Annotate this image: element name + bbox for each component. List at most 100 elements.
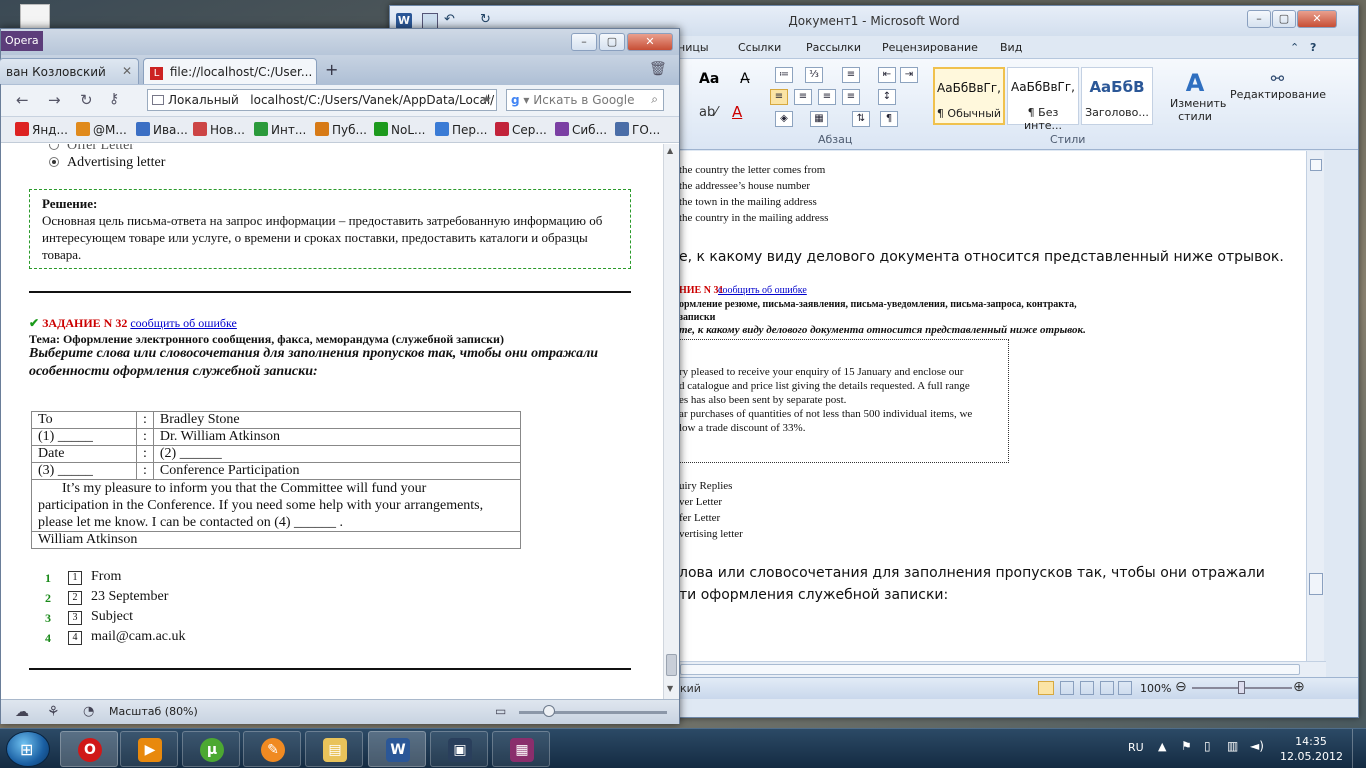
- page-scrollbar[interactable]: ▲ ▼: [663, 144, 679, 699]
- style-heading[interactable]: АаБбВ Заголово...: [1081, 67, 1153, 125]
- start-button[interactable]: ⊞: [6, 731, 50, 767]
- answer-text[interactable]: 23 September: [91, 589, 168, 605]
- tray-expand-icon[interactable]: ▲: [1158, 740, 1166, 753]
- tab-vk[interactable]: ван Козловский ✕: [0, 58, 139, 84]
- zoom-in-icon[interactable]: ⊕: [1293, 679, 1305, 695]
- ruler-toggle-icon[interactable]: [1310, 159, 1322, 171]
- cloud-icon[interactable]: ☁: [15, 704, 29, 720]
- numbering-icon[interactable]: ⅓: [805, 67, 823, 83]
- bookmark-item[interactable]: @M...: [76, 122, 127, 137]
- tab-mailings[interactable]: Рассылки: [806, 41, 861, 54]
- bookmark-item[interactable]: Нов...: [193, 122, 245, 137]
- option-offer-letter[interactable]: Offer Letter: [49, 144, 134, 154]
- tab-view[interactable]: Вид: [1000, 41, 1022, 54]
- tab-close-icon[interactable]: ✕: [122, 64, 132, 78]
- show-desktop-button[interactable]: [1352, 729, 1366, 768]
- network-icon[interactable]: ▥: [1227, 739, 1238, 753]
- reload-icon[interactable]: ↻: [80, 91, 93, 109]
- bookmark-item[interactable]: Сер...: [495, 122, 547, 137]
- answer-text[interactable]: From: [91, 569, 121, 585]
- opera-maximize-button[interactable]: ▢: [599, 33, 625, 51]
- flag-icon[interactable]: ⚑: [1181, 739, 1192, 753]
- print-layout-icon[interactable]: [1038, 681, 1054, 695]
- taskbar-opera[interactable]: O: [60, 731, 118, 767]
- opera-minimize-button[interactable]: –: [571, 33, 597, 51]
- document-content[interactable]: the country the letter comes from the ad…: [679, 151, 1309, 661]
- taskbar-word[interactable]: W: [368, 731, 426, 767]
- bullets-icon[interactable]: ≔: [775, 67, 793, 83]
- taskbar-video-pro[interactable]: ▣: [430, 731, 488, 767]
- option-advertising-letter[interactable]: Advertising letter: [49, 155, 165, 171]
- bookmark-item[interactable]: Пуб...: [315, 122, 367, 137]
- font-size-label[interactable]: Aa: [699, 71, 719, 87]
- battery-icon[interactable]: ▯: [1204, 739, 1211, 753]
- bookmark-star-icon[interactable]: ★: [481, 92, 492, 106]
- bookmark-item[interactable]: ГО...: [615, 122, 660, 137]
- style-no-spacing[interactable]: АаБбВвГг, ¶ Без инте...: [1007, 67, 1079, 132]
- bookmark-item[interactable]: NoL...: [374, 122, 425, 137]
- minimize-button[interactable]: –: [1247, 10, 1271, 28]
- zoom-label[interactable]: Масштаб (80%): [109, 705, 198, 718]
- shading-icon[interactable]: ◈: [775, 111, 793, 127]
- word-vertical-scrollbar[interactable]: [1306, 151, 1324, 661]
- borders-icon[interactable]: ▦: [810, 111, 828, 127]
- answer-slot[interactable]: 3: [68, 611, 82, 625]
- taskbar-utorrent[interactable]: µ: [182, 731, 240, 767]
- bookmark-item[interactable]: Пер...: [435, 122, 487, 137]
- turbo-icon[interactable]: ◔: [83, 704, 94, 719]
- help-icon[interactable]: ?: [1310, 41, 1316, 54]
- search-input[interactable]: g ▾ Искать в Google ⌕: [506, 89, 664, 111]
- scroll-thumb[interactable]: [666, 654, 677, 676]
- bookmark-item[interactable]: Сиб...: [555, 122, 607, 137]
- forward-icon[interactable]: →: [48, 91, 61, 109]
- align-right-icon[interactable]: ≡: [818, 89, 836, 105]
- answer-slot[interactable]: 2: [68, 591, 82, 605]
- taskbar-explorer[interactable]: ▤: [305, 731, 363, 767]
- hscroll-thumb[interactable]: [680, 664, 1300, 675]
- draft-icon[interactable]: [1118, 681, 1132, 695]
- bookmark-item[interactable]: Ива...: [136, 122, 188, 137]
- taskbar-media-player[interactable]: ▶: [120, 731, 178, 767]
- report-error-link[interactable]: сообщить об ошибке: [130, 316, 237, 330]
- font-color-icon[interactable]: A: [732, 103, 742, 121]
- answer-text[interactable]: mail@cam.ac.uk: [91, 629, 186, 645]
- unite-icon[interactable]: ⚘: [47, 704, 60, 720]
- scroll-up-icon[interactable]: ▲: [667, 146, 673, 155]
- zoom-out-icon[interactable]: ⊖: [1175, 679, 1187, 695]
- zoom-slider-thumb[interactable]: [1238, 681, 1245, 694]
- bookmark-item[interactable]: Инт...: [254, 122, 306, 137]
- reading-layout-icon[interactable]: [1060, 681, 1074, 695]
- tab-review[interactable]: Рецензирование: [882, 41, 978, 54]
- taskbar-photo-editor[interactable]: ✎: [243, 731, 301, 767]
- maximize-button[interactable]: ▢: [1272, 10, 1296, 28]
- justify-icon[interactable]: ≡: [842, 89, 860, 105]
- align-center-icon[interactable]: ≡: [794, 89, 812, 105]
- tab-local-file[interactable]: L file://localhost/C:/User...: [143, 58, 317, 84]
- align-left-icon[interactable]: ≡: [770, 89, 788, 105]
- clear-format-icon[interactable]: A̶: [740, 71, 750, 87]
- volume-icon[interactable]: ◄): [1250, 739, 1264, 753]
- back-icon[interactable]: ←: [16, 91, 29, 109]
- sort-icon[interactable]: ⇅: [852, 111, 870, 127]
- bookmark-item[interactable]: Янд...: [15, 122, 68, 137]
- answer-slot[interactable]: 1: [68, 571, 82, 585]
- line-spacing-icon[interactable]: ↕: [878, 89, 896, 105]
- search-icon[interactable]: ⌕: [651, 92, 658, 107]
- outline-icon[interactable]: [1100, 681, 1114, 695]
- zoom-level[interactable]: 100%: [1140, 682, 1171, 695]
- multilevel-icon[interactable]: ≡: [842, 67, 860, 83]
- language-indicator[interactable]: RU: [1128, 741, 1144, 754]
- status-language[interactable]: кий: [680, 682, 701, 695]
- highlight-icon[interactable]: ab⁄: [699, 105, 717, 120]
- answer-text[interactable]: Subject: [91, 609, 133, 625]
- answer-slot[interactable]: 4: [68, 631, 82, 645]
- word-horizontal-scrollbar[interactable]: [680, 661, 1326, 677]
- ribbon-minimize-icon[interactable]: ⌃: [1290, 41, 1299, 54]
- indent-increase-icon[interactable]: ⇥: [900, 67, 918, 83]
- editing-button[interactable]: ⚯ Редактирование: [1230, 69, 1326, 101]
- scroll-down-icon[interactable]: ▼: [667, 684, 673, 693]
- new-tab-icon[interactable]: +: [325, 60, 338, 79]
- doc-report-link[interactable]: сообщить об ошибке: [718, 285, 807, 296]
- zoom-slider[interactable]: [519, 711, 667, 714]
- pilcrow-icon[interactable]: ¶: [880, 111, 898, 127]
